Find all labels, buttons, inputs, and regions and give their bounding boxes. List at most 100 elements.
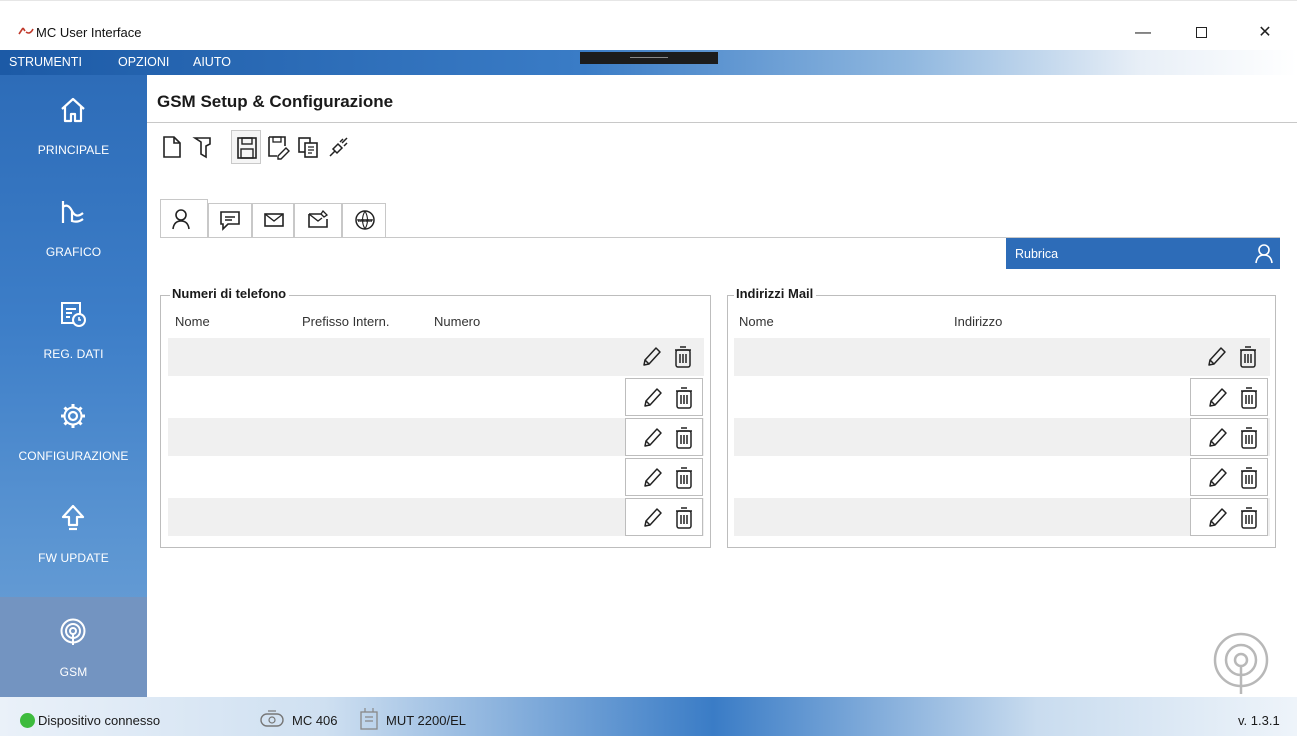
phone-row[interactable] (168, 498, 704, 536)
connect-plug-icon (329, 137, 348, 157)
sidebar-item-gsm[interactable]: GSM (0, 597, 147, 699)
delete-icon[interactable] (1238, 506, 1260, 530)
edit-icon[interactable] (641, 466, 663, 490)
column-header-indirizzo: Indirizzo (954, 314, 1003, 329)
delete-icon[interactable] (1237, 345, 1259, 369)
sidebar-item-reg-dati[interactable]: REG. DATI (0, 279, 147, 381)
save-as-icon (268, 136, 290, 160)
new-file-button[interactable] (157, 130, 187, 164)
sidebar-item-label: REG. DATI (43, 347, 104, 361)
www-icon: www (355, 210, 375, 230)
module-icon (360, 708, 378, 730)
row-actions (1190, 418, 1268, 456)
tab-mail[interactable] (252, 203, 294, 237)
minimize-button[interactable]: — (1120, 19, 1166, 47)
phone-row[interactable] (168, 378, 704, 416)
device-name: MC 406 (292, 713, 338, 728)
sidebar-item-label: GRAFICO (45, 245, 102, 259)
delete-icon[interactable] (673, 386, 695, 410)
tab-mail-settings[interactable] (294, 203, 342, 237)
delete-icon[interactable] (673, 426, 695, 450)
column-header-nome: Nome (175, 314, 210, 329)
phone-row[interactable] (168, 458, 704, 496)
menu-strumenti[interactable]: STRUMENTI (9, 55, 82, 69)
edit-icon[interactable] (1206, 426, 1228, 450)
contact-icon (1255, 244, 1273, 264)
save-button[interactable] (231, 130, 261, 164)
row-actions (625, 458, 703, 496)
open-file-icon (192, 137, 211, 159)
connection-status-text: Dispositivo connesso (38, 713, 161, 728)
connect-button[interactable] (323, 130, 353, 164)
row-actions (1190, 378, 1268, 416)
module-name: MUT 2200/EL (386, 713, 466, 728)
tab-web[interactable]: www (342, 203, 386, 237)
edit-icon[interactable] (641, 386, 663, 410)
menu-opzioni[interactable]: OPZIONI (118, 55, 169, 69)
delete-icon[interactable] (673, 506, 695, 530)
sidebar-item-label: FW UPDATE (38, 551, 109, 565)
upload-arrow-icon (61, 504, 85, 531)
delete-icon[interactable] (1238, 466, 1260, 490)
antenna-icon (60, 618, 86, 645)
save-as-button[interactable] (263, 130, 293, 164)
title-bar: MC User Interface — ✕ (0, 0, 1297, 50)
sidebar-item-configurazione[interactable]: CONFIGURAZIONE (0, 381, 147, 483)
delete-icon[interactable] (672, 345, 694, 369)
mc-logo-icon (18, 25, 34, 39)
row-actions (625, 498, 703, 536)
device-icon (260, 710, 284, 727)
divider (147, 122, 1297, 123)
open-file-button[interactable] (189, 130, 219, 164)
status-bar: Dispositivo connesso MC 406 MUT 2200/EL … (0, 697, 1297, 736)
edit-icon[interactable] (641, 506, 663, 530)
edit-icon[interactable] (1206, 386, 1228, 410)
edit-icon[interactable] (640, 345, 662, 369)
connection-status-indicator (20, 713, 35, 728)
window-title: MC User Interface (36, 25, 142, 40)
close-button[interactable]: ✕ (1242, 19, 1288, 47)
column-header-prefisso: Prefisso Intern. (302, 314, 390, 329)
drag-handle[interactable] (580, 52, 718, 64)
tab-sms[interactable] (208, 203, 252, 237)
sidebar-item-label: GSM (59, 665, 88, 679)
delete-icon[interactable] (673, 466, 695, 490)
row-actions (625, 418, 703, 456)
tab-contacts[interactable] (160, 199, 208, 237)
sidebar-item-fw-update[interactable]: FW UPDATE (0, 483, 147, 585)
home-icon (61, 97, 85, 123)
edit-icon[interactable] (1206, 466, 1228, 490)
sidebar-item-principale[interactable]: PRINCIPALE (0, 75, 147, 177)
menu-aiuto[interactable]: AIUTO (193, 55, 231, 69)
sidebar-item-label: PRINCIPALE (37, 143, 110, 157)
phone-row[interactable] (168, 338, 704, 376)
mail-addresses-legend: Indirizzi Mail (734, 286, 817, 301)
rubrica-label: Rubrica (1015, 247, 1059, 261)
row-actions (625, 378, 703, 416)
edit-icon[interactable] (641, 426, 663, 450)
maximize-icon (1195, 27, 1207, 39)
sidebar: PRINCIPALE GRAFICO REG. DATI CONFIGURAZI… (0, 75, 147, 699)
menu-bar: STRUMENTI OPZIONI AIUTO (0, 50, 1297, 75)
rubrica-header[interactable]: Rubrica (1006, 238, 1280, 269)
mail-icon (264, 213, 284, 227)
sms-icon (220, 211, 240, 231)
delete-icon[interactable] (1238, 386, 1260, 410)
column-header-nome: Nome (739, 314, 774, 329)
phone-row[interactable] (168, 418, 704, 456)
delete-icon[interactable] (1238, 426, 1260, 450)
save-icon (237, 137, 257, 159)
svg-text:www: www (357, 218, 372, 224)
copy-button[interactable] (293, 130, 323, 164)
antenna-watermark-icon (1213, 632, 1269, 694)
sidebar-item-grafico[interactable]: GRAFICO (0, 177, 147, 279)
edit-icon[interactable] (1205, 345, 1227, 369)
sidebar-item-label: CONFIGURAZIONE (18, 449, 129, 463)
row-actions (625, 338, 703, 376)
new-file-icon (163, 136, 181, 158)
edit-icon[interactable] (1206, 506, 1228, 530)
maximize-button[interactable] (1178, 19, 1224, 47)
row-actions (1190, 458, 1268, 496)
phone-numbers-legend: Numeri di telefono (170, 286, 290, 301)
mail-settings-icon (308, 209, 329, 228)
